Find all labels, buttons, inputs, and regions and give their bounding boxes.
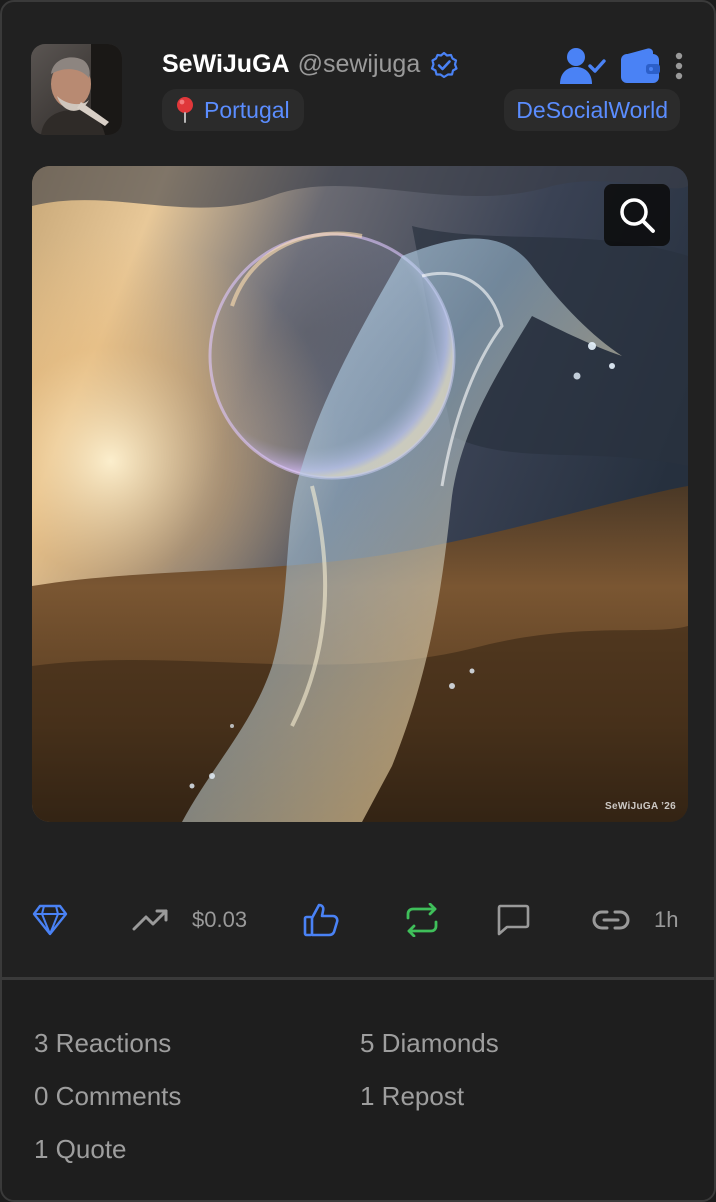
image-watermark: SeWiJuGA ’26 [605, 801, 676, 812]
wallet-icon[interactable] [620, 48, 660, 84]
location-badge[interactable]: Portugal [162, 89, 304, 131]
comment-icon [496, 904, 530, 936]
post-actions-bar: $0.03 1h [2, 892, 714, 948]
timestamp-label: 1h [654, 907, 679, 932]
verified-check-icon [430, 51, 458, 79]
diamond-icon [32, 904, 68, 936]
quotes-count[interactable]: 1 Quote [34, 1134, 127, 1165]
post-card: SeWiJuGA @sewijuga Portugal DeSocialWorl… [0, 0, 716, 1202]
copy-link-button[interactable] [592, 892, 630, 948]
timestamp: 1h [654, 892, 678, 948]
comments-count[interactable]: 0 Comments [34, 1081, 181, 1112]
post-stats: 3 Reactions 5 Diamonds 0 Comments 1 Repo… [2, 980, 714, 1200]
diamond-button[interactable] [32, 892, 68, 948]
reposts-count[interactable]: 1 Repost [360, 1081, 464, 1112]
diamonds-count[interactable]: 5 Diamonds [360, 1028, 499, 1059]
link-icon [592, 908, 630, 932]
community-label: DeSocialWorld [516, 96, 668, 123]
post-image[interactable]: SeWiJuGA ’26 [32, 166, 688, 822]
post-header-actions [560, 46, 684, 86]
thumbs-up-icon [303, 902, 339, 938]
post-value-label: $0.03 [192, 907, 248, 932]
user-check-icon[interactable] [560, 46, 606, 86]
community-badge[interactable]: DeSocialWorld [504, 89, 680, 131]
repost-button[interactable] [404, 892, 440, 948]
search-icon [618, 196, 656, 234]
author-display-name[interactable]: SeWiJuGA [162, 50, 290, 79]
repost-icon [404, 903, 440, 937]
zoom-button[interactable] [604, 184, 670, 246]
post-value: $0.03 [192, 892, 247, 948]
comment-button[interactable] [496, 892, 530, 948]
location-label: Portugal [204, 96, 290, 123]
trending-button[interactable] [132, 892, 170, 948]
trending-up-icon [132, 907, 170, 933]
pin-icon [174, 96, 196, 124]
reactions-count[interactable]: 3 Reactions [34, 1028, 171, 1059]
like-button[interactable] [303, 892, 339, 948]
author-handle[interactable]: @sewijuga [298, 50, 421, 79]
more-vertical-icon[interactable] [674, 51, 684, 81]
author-name-row: SeWiJuGA @sewijuga [162, 50, 458, 79]
avatar[interactable] [31, 44, 122, 135]
